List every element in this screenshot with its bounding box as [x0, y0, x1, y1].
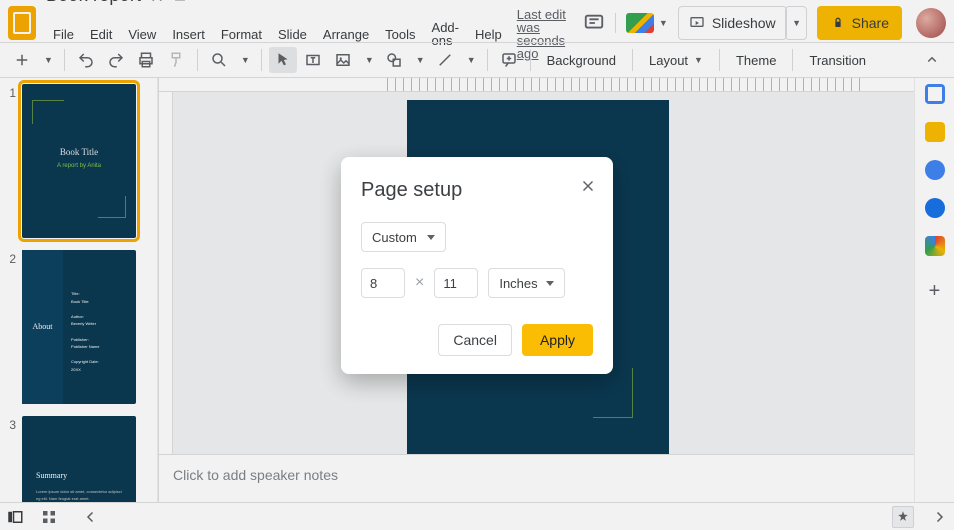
aspect-ratio-label: Custom — [372, 230, 417, 245]
dialog-title: Page setup — [361, 179, 593, 202]
chevron-down-icon — [427, 235, 435, 240]
unit-label: Inches — [499, 276, 537, 291]
cancel-button[interactable]: Cancel — [438, 324, 512, 356]
height-input[interactable] — [434, 268, 478, 298]
apply-button[interactable]: Apply — [522, 324, 593, 356]
close-button[interactable] — [577, 175, 599, 197]
width-input[interactable] — [361, 268, 405, 298]
aspect-ratio-dropdown[interactable]: Custom — [361, 222, 446, 252]
chevron-down-icon — [546, 281, 554, 286]
times-icon: × — [415, 274, 424, 292]
page-setup-dialog: Page setup Custom × Inches Cancel Apply — [341, 157, 613, 374]
unit-dropdown[interactable]: Inches — [488, 268, 564, 298]
